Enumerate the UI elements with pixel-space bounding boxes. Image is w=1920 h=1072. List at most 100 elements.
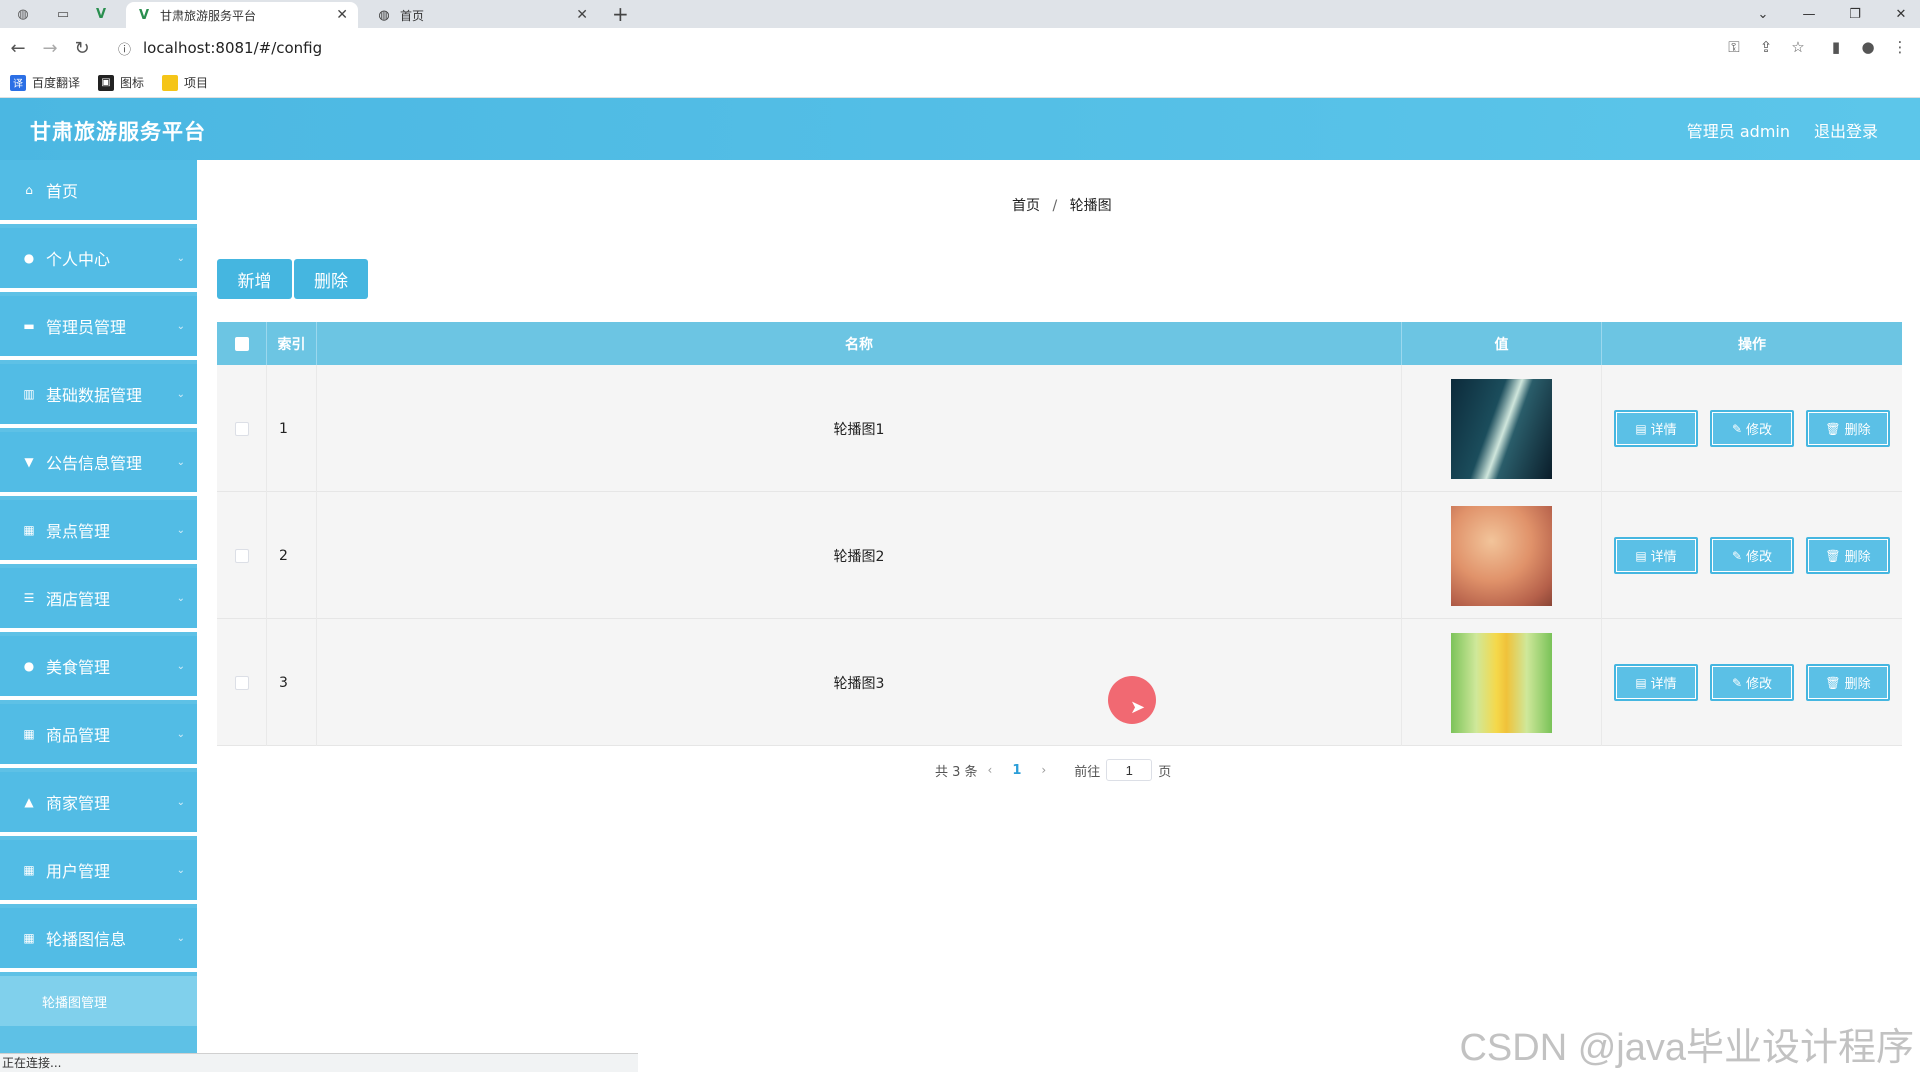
pagination-goto-input[interactable] — [1106, 759, 1153, 781]
restore-icon[interactable]: ❐ — [1832, 0, 1878, 28]
trash-icon: 🗑 — [1825, 421, 1841, 436]
batch-delete-button[interactable]: 删除 — [294, 259, 368, 299]
info-icon[interactable]: ⓘ — [118, 39, 131, 58]
delete-button[interactable]: 🗑 删除 — [1806, 664, 1890, 701]
chevron-right-icon[interactable]: › — [1041, 763, 1046, 777]
sidebar-item-scenic[interactable]: ▦ 景点管理 ⌄ — [0, 500, 197, 564]
edit-button[interactable]: ✎ 修改 — [1710, 664, 1794, 701]
sidebar-item-goods[interactable]: ▦ 商品管理 ⌄ — [0, 704, 197, 768]
row-select-cell — [217, 492, 267, 619]
bookmark-baidu-translate[interactable]: 译 百度翻译 — [10, 74, 80, 91]
carousel-thumbnail[interactable] — [1451, 378, 1552, 479]
breadcrumb-home[interactable]: 首页 — [1012, 198, 1040, 214]
sidebar-item-label: 个人中心 — [46, 250, 111, 269]
chevron-down-icon[interactable]: ⌄ — [1740, 0, 1786, 28]
document-icon: ▤ — [1635, 548, 1647, 563]
new-tab-icon[interactable]: + — [612, 2, 629, 26]
carousel-thumbnail[interactable] — [1451, 632, 1552, 733]
sidebar-item-label: 轮播图信息 — [46, 930, 127, 949]
chevron-down-icon: ⌄ — [176, 456, 185, 468]
row-checkbox[interactable] — [234, 675, 249, 690]
pagination-page-1[interactable]: 1 — [1012, 763, 1021, 778]
vue-logo-icon[interactable]: V — [88, 3, 114, 25]
detail-button[interactable]: ▤ 详情 — [1614, 410, 1698, 447]
globe-icon[interactable]: ◍ — [10, 3, 36, 25]
select-all-checkbox[interactable] — [234, 336, 249, 351]
menu-icon[interactable]: ⋮ — [1890, 38, 1910, 56]
main-content: 首页 / 轮播图 新增 删除 索引 名称 值 操作 1 轮播图1 ▤ 详情 ✎ … — [197, 160, 1920, 1060]
logout-link[interactable]: 退出登录 — [1814, 118, 1878, 142]
close-icon[interactable]: ✕ — [336, 7, 348, 23]
url-field[interactable]: ⓘ localhost:8081/#/config — [108, 32, 1738, 64]
sidebar-item-carousel[interactable]: ▦ 轮播图信息 ⌄ — [0, 908, 197, 972]
detail-button[interactable]: ▤ 详情 — [1614, 664, 1698, 701]
delete-button[interactable]: 🗑 删除 — [1806, 537, 1890, 574]
sidebar-subitem-carousel-manage[interactable]: 轮播图管理 — [0, 976, 197, 1026]
delete-label: 删除 — [1844, 550, 1871, 565]
sidebar: ⌂ 首页 ● 个人中心 ⌄ ▬ 管理员管理 ⌄ ▥ 基础数据管理 ⌄ ▼ 公告信… — [0, 160, 197, 1072]
back-icon[interactable]: ← — [6, 36, 30, 60]
share-icon[interactable]: ⇪ — [1756, 38, 1776, 56]
location-icon: ● — [23, 659, 35, 673]
edit-label: 修改 — [1746, 423, 1773, 438]
edit-label: 修改 — [1746, 550, 1773, 565]
row-checkbox[interactable] — [234, 421, 249, 436]
reload-icon[interactable]: ↻ — [70, 36, 94, 60]
grid-icon: ▦ — [23, 863, 35, 877]
sidebar-item-merchants[interactable]: ▲ 商家管理 ⌄ — [0, 772, 197, 836]
sidebar-item-label: 管理员管理 — [46, 318, 127, 337]
table-header: 索引 名称 值 操作 — [217, 322, 1902, 365]
sidepanel-icon[interactable]: ▮ — [1826, 38, 1846, 56]
detail-button[interactable]: ▤ 详情 — [1614, 537, 1698, 574]
edit-button[interactable]: ✎ 修改 — [1710, 537, 1794, 574]
address-bar: ← → ↻ ⓘ localhost:8081/#/config ⚿ ⇪ ☆ ▮ … — [0, 28, 1920, 68]
row-checkbox[interactable] — [234, 548, 249, 563]
sidebar-item-base-data[interactable]: ▥ 基础数据管理 ⌄ — [0, 364, 197, 428]
sidebar-item-label: 用户管理 — [46, 862, 111, 881]
sidebar-item-notices[interactable]: ▼ 公告信息管理 ⌄ — [0, 432, 197, 496]
watermark: CSDN @java毕业设计程序 — [1459, 1027, 1914, 1069]
carousel-thumbnail[interactable] — [1451, 505, 1552, 606]
minimize-icon[interactable]: — — [1786, 0, 1832, 28]
edit-button[interactable]: ✎ 修改 — [1710, 410, 1794, 447]
trash-icon: 🗑 — [1825, 548, 1841, 563]
sidebar-item-label: 美食管理 — [46, 658, 111, 677]
profile-icon[interactable]: ● — [1858, 38, 1878, 56]
blank-tab-icon[interactable]: ▭ — [50, 3, 76, 25]
sidebar-item-label: 商家管理 — [46, 794, 111, 813]
key-icon[interactable]: ⚿ — [1724, 38, 1744, 56]
pagination-total: 共 3 条 — [935, 764, 978, 780]
translate-icon: 译 — [10, 74, 26, 91]
forward-icon[interactable]: → — [38, 36, 62, 60]
table-row: 1 轮播图1 ▤ 详情 ✎ 修改 🗑 删除 — [217, 365, 1902, 492]
sidebar-item-admins[interactable]: ▬ 管理员管理 ⌄ — [0, 296, 197, 360]
tab-active[interactable]: V 甘肃旅游服务平台 ✕ — [126, 2, 358, 28]
row-select-cell — [217, 365, 267, 492]
delete-button[interactable]: 🗑 删除 — [1806, 410, 1890, 447]
bookmark-project[interactable]: 项目 — [162, 74, 208, 91]
bookmark-label: 项目 — [184, 76, 209, 90]
row-actions: ▤ 详情 ✎ 修改 🗑 删除 — [1602, 365, 1902, 492]
header-index: 索引 — [267, 322, 317, 365]
tab-title: 首页 — [400, 8, 425, 23]
row-select-cell — [217, 619, 267, 746]
home-icon: ⌂ — [25, 183, 33, 197]
sidebar-item-hotels[interactable]: ☰ 酒店管理 ⌄ — [0, 568, 197, 632]
sidebar-item-food[interactable]: ● 美食管理 ⌄ — [0, 636, 197, 700]
sidebar-item-label: 首页 — [46, 182, 79, 201]
breadcrumb-separator: / — [1052, 198, 1058, 214]
close-window-icon[interactable]: ✕ — [1878, 0, 1920, 28]
detail-label: 详情 — [1650, 677, 1677, 692]
close-icon[interactable]: ✕ — [576, 7, 588, 23]
star-icon[interactable]: ☆ — [1788, 38, 1808, 56]
grid-icon: ▦ — [23, 727, 35, 741]
tab-home[interactable]: ◍ 首页 ✕ — [366, 2, 598, 28]
sidebar-item-home[interactable]: ⌂ 首页 — [0, 160, 197, 224]
vue-logo-icon: V — [138, 7, 150, 23]
sidebar-item-profile[interactable]: ● 个人中心 ⌄ — [0, 228, 197, 292]
add-button[interactable]: 新增 — [217, 259, 292, 299]
bookmark-icons[interactable]: ▣ 图标 — [98, 74, 144, 91]
chevron-left-icon[interactable]: ‹ — [988, 763, 993, 777]
sidebar-item-users[interactable]: ▦ 用户管理 ⌄ — [0, 840, 197, 904]
document-icon: ▤ — [1635, 421, 1647, 436]
